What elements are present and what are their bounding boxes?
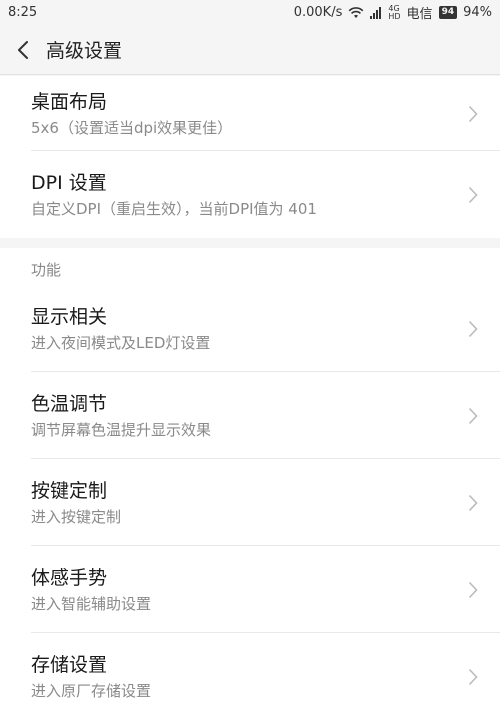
item-subtitle: 进入智能辅助设置 (31, 594, 152, 613)
item-title: DPI 设置 (31, 171, 107, 194)
chevron-right-icon (468, 105, 478, 122)
status-indicators: 0.00K/s 4G HD 电信 94 94% (294, 3, 492, 22)
settings-group-features: 显示相关 进入夜间模式及LED灯设置 色温调节 调节屏幕色温提升显示效果 按键定… (0, 285, 500, 711)
network-type-badge: 4G HD (388, 4, 401, 21)
list-item-dpi-settings[interactable]: DPI 设置 自定义DPI（重启生效），当前DPI值为 401 (0, 151, 500, 238)
list-item-display[interactable]: 显示相关 进入夜间模式及LED灯设置 (0, 285, 500, 372)
group-separator (0, 238, 500, 248)
item-title: 桌面布局 (31, 90, 108, 113)
item-subtitle: 进入原厂存储设置 (31, 681, 152, 700)
item-subtitle: 进入夜间模式及LED灯设置 (31, 333, 211, 352)
battery-percent: 94% (463, 5, 492, 20)
carrier-name: 电信 (406, 7, 433, 22)
net-speed: 0.00K/s (293, 5, 343, 20)
chevron-right-icon (468, 494, 478, 511)
item-title: 体感手势 (31, 566, 108, 589)
cell-signal-icon (370, 6, 382, 19)
item-title: 色温调节 (31, 392, 108, 415)
list-item-storage-settings[interactable]: 存储设置 进入原厂存储设置 (0, 633, 500, 711)
settings-group-layout: 桌面布局 5x6（设置适当dpi效果更佳） DPI 设置 自定义DPI（重启生效… (0, 76, 500, 238)
back-button[interactable] (0, 25, 46, 75)
item-title: 存储设置 (31, 653, 108, 676)
back-arrow-icon (18, 40, 28, 59)
action-bar: 高级设置 (0, 25, 500, 75)
chevron-right-icon (468, 320, 478, 337)
item-subtitle: 调节屏幕色温提升显示效果 (31, 420, 212, 439)
item-subtitle: 进入按键定制 (31, 507, 122, 526)
list-item-color-temperature[interactable]: 色温调节 调节屏幕色温提升显示效果 (0, 372, 500, 459)
status-bar: 8:25 0.00K/s 4G HD 电信 94 94% (0, 0, 500, 25)
item-title: 按键定制 (31, 479, 108, 502)
list-item-desktop-layout[interactable]: 桌面布局 5x6（设置适当dpi效果更佳） (0, 76, 500, 151)
page-title: 高级设置 (46, 40, 123, 62)
list-item-motion-gestures[interactable]: 体感手势 进入智能辅助设置 (0, 546, 500, 633)
list-item-button-customization[interactable]: 按键定制 进入按键定制 (0, 459, 500, 546)
chevron-right-icon (468, 581, 478, 598)
item-title: 显示相关 (31, 305, 108, 328)
status-time: 8:25 (8, 5, 38, 20)
item-subtitle: 5x6（设置适当dpi效果更佳） (31, 118, 233, 137)
battery-icon: 94 (438, 6, 458, 19)
chevron-right-icon (468, 186, 478, 203)
network-type-bottom: HD (388, 11, 401, 21)
wifi-icon (348, 6, 364, 18)
item-subtitle: 自定义DPI（重启生效），当前DPI值为 401 (31, 199, 317, 218)
chevron-right-icon (468, 668, 478, 685)
chevron-right-icon (468, 407, 478, 424)
